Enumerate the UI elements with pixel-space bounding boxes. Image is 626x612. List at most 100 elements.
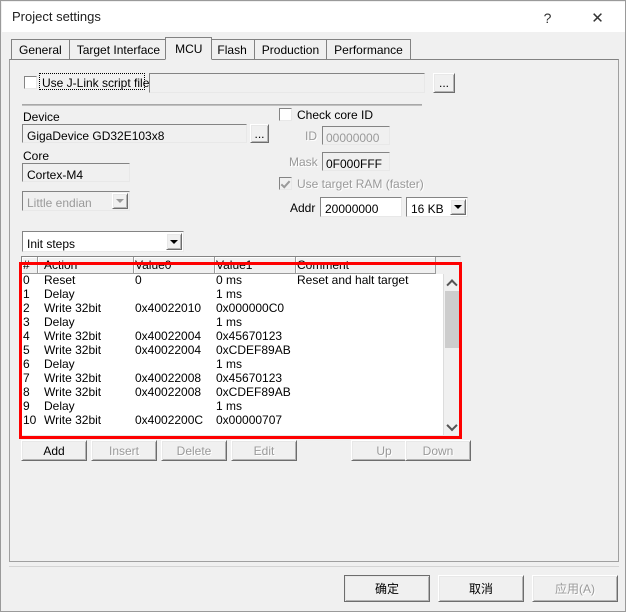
- device-input[interactable]: GigaDevice GD32E103x8: [22, 124, 247, 143]
- device-value: GigaDevice GD32E103x8: [27, 129, 165, 143]
- edit-button: Edit: [231, 440, 297, 461]
- column-header-value0[interactable]: Value0: [134, 257, 215, 274]
- chevron-down-icon[interactable]: [450, 199, 466, 215]
- cell-index: 3: [23, 316, 30, 329]
- cell-index: 5: [23, 344, 30, 357]
- table-row[interactable]: 3 Delay 1 ms: [22, 316, 443, 330]
- chevron-down-icon[interactable]: [112, 193, 128, 209]
- cell-comment: [296, 288, 436, 302]
- cell-comment: [296, 316, 436, 330]
- add-button[interactable]: Add: [21, 440, 87, 461]
- cell-value0: 0x40022008: [135, 386, 202, 399]
- ram-addr-value: 20000000: [325, 202, 379, 216]
- cell-action: Write 32bit: [44, 302, 102, 315]
- cell-comment: [296, 302, 436, 316]
- tab-general[interactable]: General: [11, 39, 70, 59]
- cell-value0: [134, 288, 215, 302]
- tab-performance[interactable]: Performance: [326, 39, 411, 59]
- core-mask-label: Mask: [289, 155, 318, 169]
- cell-value0: 0x40022008: [135, 372, 202, 385]
- cell-comment: [296, 386, 436, 400]
- table-row[interactable]: 1 Delay 1 ms: [22, 288, 443, 302]
- cell-action: Delay: [44, 316, 75, 329]
- cell-value1: 1 ms: [216, 316, 243, 329]
- table-row[interactable]: 5 Write 32bit 0x40022004 0xCDEF89AB: [22, 344, 443, 358]
- cell-action: Delay: [44, 358, 75, 371]
- insert-button: Insert: [91, 440, 157, 461]
- init-steps-table[interactable]: # Action Value0 Value1 Comment 0 Reset 0 0 …: [21, 256, 461, 436]
- tab-mcu[interactable]: MCU: [165, 37, 213, 60]
- cell-value1: 0x00000707: [216, 414, 283, 427]
- scrollbar-thumb[interactable]: [445, 291, 460, 348]
- delete-button: Delete: [161, 440, 227, 461]
- ok-button[interactable]: 确定: [344, 575, 430, 602]
- cell-value1: 0x45670123: [216, 372, 283, 385]
- cancel-button[interactable]: 取消: [438, 575, 524, 602]
- jlink-script-browse-button[interactable]: ...: [433, 73, 455, 93]
- footer-separator: [9, 566, 619, 567]
- ram-size-combobox[interactable]: 16 KB: [406, 197, 468, 217]
- cell-value1: 0xCDEF89AB: [216, 386, 291, 399]
- cell-value0: [134, 400, 215, 414]
- device-browse-button[interactable]: ...: [250, 124, 269, 143]
- table-row[interactable]: 8 Write 32bit 0x40022008 0xCDEF89AB: [22, 386, 443, 400]
- tab-target-interface[interactable]: Target Interface: [68, 39, 169, 59]
- help-icon[interactable]: ?: [525, 3, 570, 32]
- focus-rect: [39, 73, 145, 90]
- tab-flash[interactable]: Flash: [209, 39, 255, 59]
- table-row[interactable]: 9 Delay 1 ms: [22, 400, 443, 414]
- scroll-up-icon[interactable]: [444, 274, 460, 291]
- core-id-input[interactable]: 00000000: [322, 126, 390, 145]
- separator-1: [22, 104, 422, 106]
- table-row[interactable]: 7 Write 32bit 0x40022008 0x45670123: [22, 372, 443, 386]
- column-header-value1[interactable]: Value1: [215, 257, 296, 274]
- steps-selector-value: Init steps: [27, 237, 76, 251]
- cell-action: Delay: [44, 400, 75, 413]
- table-vertical-scrollbar[interactable]: [443, 274, 460, 435]
- project-settings-dialog: Project settings ? ✕ General Target Inte…: [0, 0, 626, 612]
- cell-comment: [296, 358, 436, 372]
- use-target-ram-checkbox[interactable]: [279, 177, 292, 190]
- device-group-label: Device: [23, 110, 60, 124]
- core-mask-input[interactable]: 0F000FFF: [322, 152, 390, 171]
- table-row[interactable]: 10 Write 32bit 0x4002200C 0x00000707: [22, 414, 443, 428]
- cell-value0: [134, 358, 215, 372]
- table-row[interactable]: 2 Write 32bit 0x40022010 0x000000C0: [22, 302, 443, 316]
- ram-size-value: 16 KB: [411, 202, 444, 216]
- cell-comment: [296, 400, 436, 414]
- steps-selector-combobox[interactable]: Init steps: [22, 231, 184, 252]
- endianness-combobox[interactable]: Little endian: [22, 191, 130, 211]
- column-header-comment[interactable]: Comment: [296, 257, 436, 274]
- table-row[interactable]: 0 Reset 0 0 ms Reset and halt target: [22, 274, 443, 288]
- move-down-button: Down: [405, 440, 471, 461]
- use-jlink-script-file-checkbox[interactable]: [24, 76, 37, 89]
- cell-index: 0: [23, 274, 30, 287]
- cell-value0: 0x40022004: [135, 330, 202, 343]
- ram-addr-input[interactable]: 20000000: [320, 197, 402, 217]
- cell-value1: 1 ms: [216, 358, 243, 371]
- cell-comment: Reset and halt target: [297, 274, 409, 287]
- check-core-id-checkbox[interactable]: [279, 108, 292, 121]
- table-row[interactable]: 4 Write 32bit 0x40022004 0x45670123: [22, 330, 443, 344]
- chevron-down-icon[interactable]: [166, 233, 182, 250]
- table-row[interactable]: 6 Delay 1 ms: [22, 358, 443, 372]
- table-body: 0 Reset 0 0 ms Reset and halt target 1 Delay 1 …: [22, 274, 443, 435]
- scroll-down-icon[interactable]: [444, 419, 460, 435]
- cell-value1: 1 ms: [216, 288, 243, 301]
- cell-action: Write 32bit: [44, 344, 102, 357]
- cell-action: Write 32bit: [44, 330, 102, 343]
- apply-button: 应用(A): [532, 575, 618, 602]
- table-header-row: # Action Value0 Value1 Comment: [22, 257, 460, 274]
- cell-index: 7: [23, 372, 30, 385]
- cell-value1: 0xCDEF89AB: [216, 344, 291, 357]
- close-icon[interactable]: ✕: [575, 3, 620, 32]
- cell-index: 2: [23, 302, 30, 315]
- column-header-index[interactable]: #: [22, 257, 38, 274]
- cell-value1: 1 ms: [216, 400, 243, 413]
- core-id-value: 00000000: [326, 131, 380, 145]
- cell-action: Delay: [44, 288, 75, 301]
- jlink-script-path-input[interactable]: [149, 73, 425, 93]
- title-bar: Project settings ? ✕: [2, 2, 625, 32]
- column-header-action[interactable]: Action: [38, 257, 134, 274]
- tab-production[interactable]: Production: [253, 39, 328, 59]
